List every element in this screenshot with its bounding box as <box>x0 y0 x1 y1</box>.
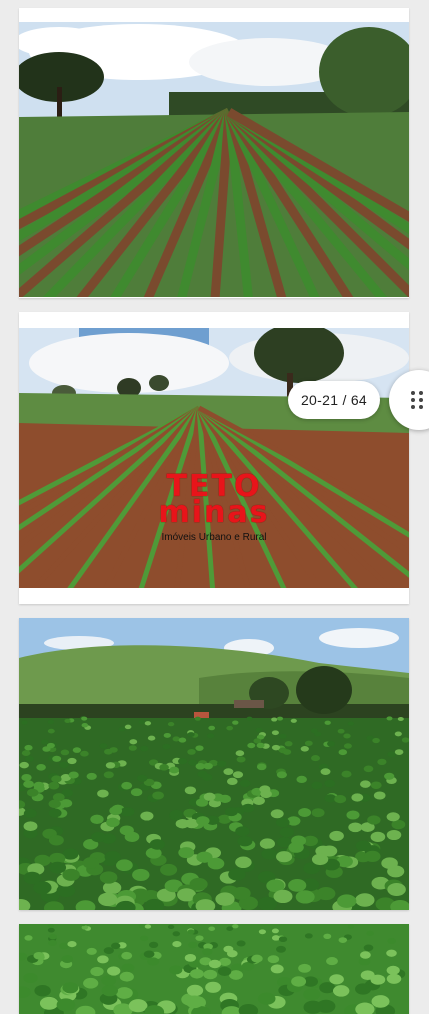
photo-soybean-leaves[interactable] <box>19 924 409 1014</box>
photo-card-1[interactable] <box>19 8 409 298</box>
photo-card-4[interactable] <box>19 924 409 1014</box>
watermark-tagline: Imóveis Urbano e Rural <box>161 532 267 543</box>
photo-crop-rows-with-trees[interactable]: TETO minas Imóveis Urbano e Rural <box>19 328 409 588</box>
photo-card-2[interactable]: TETO minas Imóveis Urbano e Rural <box>19 312 409 604</box>
photo-soybean-field-hills[interactable] <box>19 618 409 910</box>
photo-card-3[interactable] <box>19 618 409 910</box>
photo-counter-badge: 20-21 / 64 <box>288 381 380 419</box>
grid-dots-icon <box>411 391 425 411</box>
watermark-brand-line2: minas <box>158 495 270 530</box>
photo-young-crop-rows[interactable] <box>19 22 409 297</box>
watermark-logo: TETO minas Imóveis Urbano e Rural <box>131 472 297 544</box>
